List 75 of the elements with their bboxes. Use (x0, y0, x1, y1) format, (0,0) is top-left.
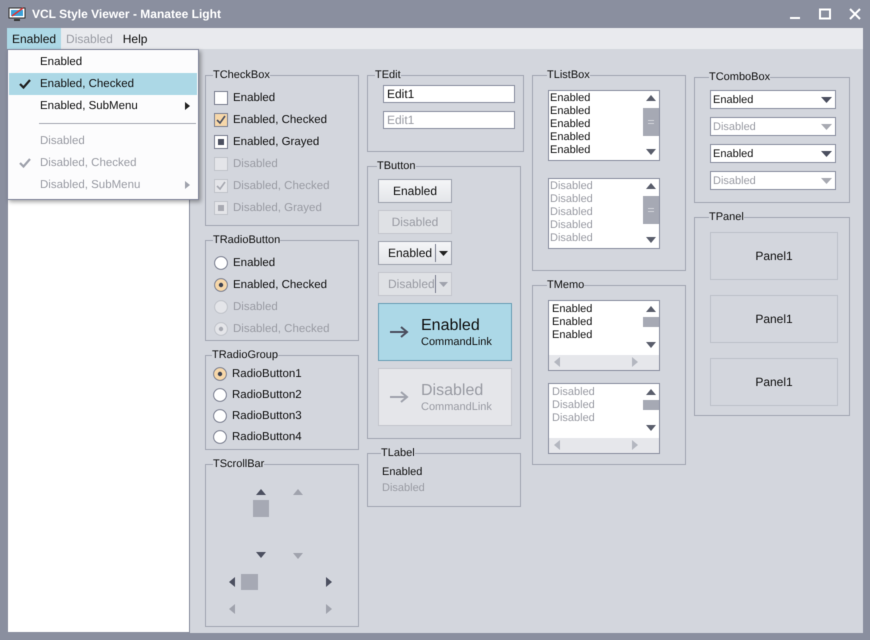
checkbox-label: Disabled, Grayed (233, 202, 322, 214)
list-item[interactable]: Enabled (550, 105, 643, 118)
maximize-icon[interactable] (818, 7, 832, 21)
menu-item[interactable]: Enabled, SubMenu (9, 95, 197, 117)
label-text: Disabled (382, 481, 426, 496)
group-title: TMemo (547, 280, 584, 291)
window-title: VCL Style Viewer - Manatee Light (32, 7, 222, 21)
checkbox[interactable] (214, 113, 228, 127)
memo-line: Enabled (552, 303, 594, 316)
radio-button[interactable] (213, 366, 227, 380)
radio-label: RadioButton3 (232, 410, 302, 422)
memo-line: Disabled (552, 399, 596, 412)
group-title: TListBox (547, 70, 590, 81)
checkbox-label: Enabled, Grayed (233, 136, 320, 148)
arrow-icon (389, 391, 409, 403)
group-title: TRadioButton (213, 235, 280, 246)
caret-icon (439, 250, 448, 256)
group-title: TCheckBox (213, 70, 270, 81)
checkbox-label: Disabled (233, 158, 278, 170)
checkbox-label: Enabled (233, 92, 276, 104)
radio-label: RadioButton1 (232, 368, 302, 380)
list-item[interactable]: Enabled (550, 118, 643, 131)
group-title: TComboBox (709, 72, 770, 83)
checkbox-label: Enabled, Checked (233, 114, 327, 126)
radio-button[interactable] (214, 256, 228, 270)
group-title: TEdit (375, 70, 401, 81)
group-title: TButton (377, 161, 416, 172)
memo-line: Enabled (552, 316, 594, 329)
radio-button[interactable] (213, 430, 227, 444)
group-title: TScrollBar (213, 459, 264, 470)
menu-bar-item[interactable]: Help (118, 28, 152, 49)
radio-button[interactable] (213, 388, 227, 402)
close-icon[interactable] (848, 7, 862, 21)
radio-label: Enabled (233, 257, 276, 269)
radio-label: RadioButton4 (232, 430, 302, 442)
button[interactable]: Enabled (378, 179, 452, 203)
panel: Panel1 (710, 232, 838, 280)
arrow-icon (389, 326, 409, 338)
radio-label: RadioButton2 (232, 388, 302, 400)
radio-label: Disabled (233, 301, 278, 313)
monitor-icon (8, 7, 26, 21)
panel: Panel1 (710, 295, 838, 343)
menu-bar-item[interactable]: Enabled (7, 28, 62, 49)
checkbox-label: Disabled, Checked (233, 180, 330, 192)
text-field[interactable]: Edit1 (383, 85, 515, 103)
memo-field[interactable]: Enabled Enabled Enabled (548, 300, 660, 371)
caret-icon (821, 150, 832, 156)
group-title: TRadioGroup (212, 350, 278, 361)
caret-icon (821, 124, 832, 130)
checkbox[interactable] (214, 91, 228, 105)
list-item[interactable]: Enabled (550, 131, 643, 144)
list-box[interactable]: Enabled Enabled Enabled Enabled Enabled (548, 90, 660, 161)
radio-button[interactable] (213, 408, 227, 422)
checkbox[interactable] (214, 135, 228, 149)
split-button[interactable]: Enabled (378, 241, 452, 265)
menu-item[interactable]: Enabled (9, 51, 197, 73)
combo-box[interactable]: Enabled (710, 144, 836, 163)
memo-line: Enabled (552, 329, 594, 342)
menu-item[interactable]: Enabled, Checked (9, 73, 197, 95)
radio-label: Enabled, Checked (233, 279, 327, 291)
panel: Panel1 (710, 358, 838, 406)
caret-icon (821, 96, 832, 102)
memo-line: Disabled (552, 412, 596, 425)
group-title: TLabel (381, 448, 415, 459)
caret-icon (821, 178, 832, 184)
label-text: Enabled (382, 465, 424, 480)
list-item[interactable]: Enabled (550, 92, 643, 105)
caret-icon (439, 282, 448, 286)
command-link-button[interactable]: Enabled CommandLink (378, 303, 512, 361)
memo-line: Disabled (552, 386, 596, 399)
radio-label: Disabled, Checked (233, 323, 330, 335)
radio-button[interactable] (214, 278, 228, 292)
list-item[interactable]: Enabled (550, 144, 643, 157)
group-title: TPanel (709, 212, 744, 223)
combo-box[interactable]: Enabled (710, 90, 836, 109)
